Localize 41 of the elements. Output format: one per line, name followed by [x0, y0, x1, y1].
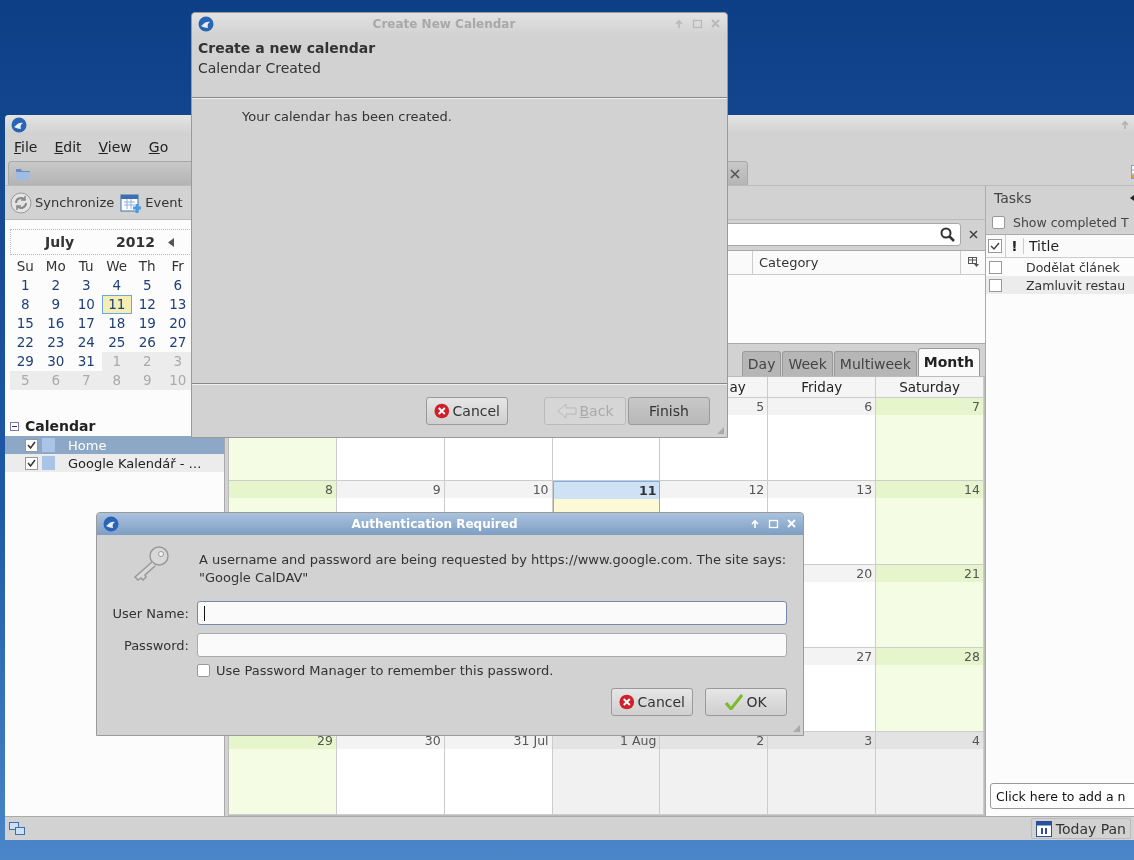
weekday-header: Friday	[768, 376, 877, 398]
day-number: 1 Aug	[620, 731, 657, 749]
weekday-label: Th	[137, 257, 157, 276]
day-number: 6	[864, 397, 873, 415]
day-number: 10	[532, 481, 549, 498]
wizard-heading: Create a new calendar	[198, 40, 377, 56]
weekday-label: Su	[15, 257, 35, 276]
weekday-header: Saturday	[876, 376, 984, 398]
day-number: 8	[324, 481, 333, 498]
field-label: Password:	[122, 637, 189, 653]
day-number: 21	[964, 564, 980, 582]
field-label: User Name:	[111, 605, 189, 621]
calendar-name: Google Kalendář - …	[68, 455, 202, 471]
day-number: 20	[856, 564, 873, 582]
day-number: 7	[972, 397, 980, 415]
day-number: 2	[756, 731, 765, 749]
dialog-title: Authentication Required	[350, 517, 519, 531]
weekday-label: Fr	[170, 257, 185, 276]
section-heading: Calendar	[25, 418, 96, 434]
day-number: 27	[856, 648, 873, 665]
day-number: 14	[964, 481, 980, 498]
checkbox-label: Show completed T	[1013, 214, 1129, 230]
pane-title: Tasks	[994, 190, 1032, 206]
day-number: 31 Jul	[513, 731, 549, 749]
day-number: 13	[856, 481, 873, 498]
day-number: 4	[972, 731, 980, 749]
weekday-label: We	[105, 257, 129, 276]
day-number: 28	[964, 648, 980, 665]
day-number: 12	[748, 481, 765, 498]
weekday-label: Tu	[77, 257, 95, 276]
day-number: 5	[756, 397, 765, 415]
checkbox-label: Use Password Manager to remember this password.	[216, 663, 554, 678]
message-text: Your calendar has been created.	[242, 109, 453, 124]
day-number: 29	[316, 731, 333, 749]
day-number: 3	[864, 731, 873, 749]
weekday-label: Mo	[44, 257, 67, 276]
day-number: 11	[639, 482, 657, 499]
day-number: 9	[432, 481, 441, 498]
wizard-subheading: Calendar Created	[198, 60, 322, 76]
calendar-name: Home	[68, 437, 107, 453]
day-number: 30	[424, 731, 441, 749]
